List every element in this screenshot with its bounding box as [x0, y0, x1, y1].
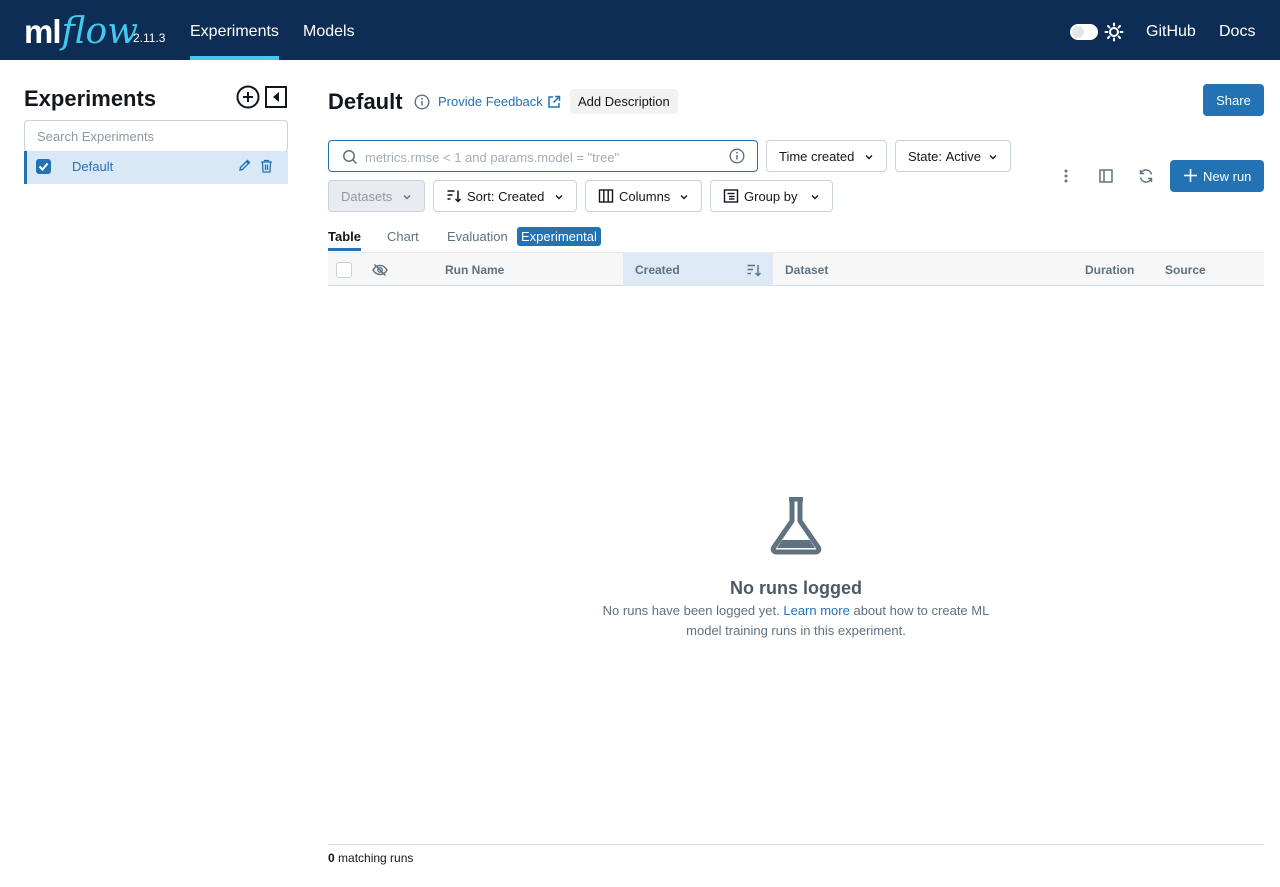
sidebar-title: Experiments [24, 86, 157, 111]
info-icon[interactable] [414, 94, 430, 110]
sort-label: Sort: Created [467, 188, 545, 204]
search-icon [343, 150, 358, 165]
datasets-dropdown[interactable]: Datasets [328, 180, 425, 212]
tab-table[interactable]: Table [328, 229, 361, 244]
empty-desc-before: No runs have been logged yet. [602, 603, 780, 618]
logo-ml: ml [24, 13, 62, 50]
page-title: Default [328, 89, 403, 114]
empty-state-title: No runs logged [730, 578, 862, 598]
column-header-created[interactable]: Created [635, 263, 680, 277]
matching-runs-count: 0 [328, 851, 335, 865]
nav-experiments[interactable]: Experiments [190, 0, 279, 60]
sort-descending-icon[interactable] [746, 262, 762, 278]
group-by-icon [723, 189, 739, 203]
state-label: State: [908, 148, 942, 164]
columns-icon [598, 189, 614, 203]
search-experiments-input[interactable] [24, 120, 288, 152]
add-experiment-icon[interactable] [236, 85, 260, 109]
edit-icon[interactable] [238, 158, 252, 172]
state-value: Active [945, 148, 981, 164]
column-header-run-name[interactable]: Run Name [445, 263, 504, 277]
eye-off-icon[interactable] [372, 262, 388, 278]
new-run-button[interactable]: New run [1170, 160, 1264, 192]
time-created-label: Time created [779, 148, 855, 164]
trash-icon[interactable] [260, 159, 273, 173]
nav-docs[interactable]: Docs [1219, 0, 1255, 60]
select-all-checkbox[interactable] [336, 262, 352, 278]
sort-dropdown[interactable]: Sort: Created [433, 180, 577, 212]
matching-runs-label: matching runs [338, 851, 414, 865]
chevron-down-icon [865, 155, 873, 160]
matching-runs-footer: 0 matching runs [328, 851, 413, 865]
datasets-label: Datasets [341, 188, 393, 204]
experiment-checkbox[interactable] [36, 159, 51, 174]
runs-search-input[interactable] [365, 147, 715, 167]
tab-chart[interactable]: Chart [387, 229, 419, 244]
share-button[interactable]: Share [1203, 84, 1264, 116]
more-options-icon[interactable] [1058, 168, 1074, 184]
empty-state-description: No runs have been logged yet. Learn more… [596, 601, 996, 641]
group-by-label: Group by [744, 188, 798, 204]
state-dropdown[interactable]: State: Active [895, 140, 1011, 172]
tab-active-underline [328, 248, 361, 251]
version-label: 2.11.3 [133, 31, 166, 45]
add-description-button[interactable]: Add Description [570, 89, 678, 114]
experiment-name[interactable]: Default [72, 159, 113, 174]
side-panel-icon[interactable] [1098, 168, 1114, 184]
runs-search-box[interactable] [328, 140, 758, 172]
sun-icon [1104, 22, 1124, 42]
columns-dropdown[interactable]: Columns [585, 180, 702, 212]
runs-table-header: Run Name Created Dataset Duration Source [328, 252, 1264, 286]
nav-github[interactable]: GitHub [1146, 0, 1196, 60]
nav-active-underline [190, 56, 279, 60]
chevron-down-icon [403, 195, 411, 200]
collapse-sidebar-icon[interactable] [265, 86, 287, 108]
provide-feedback-link[interactable]: Provide Feedback [438, 94, 543, 109]
beaker-icon [770, 497, 822, 555]
search-help-icon[interactable] [729, 148, 745, 164]
new-run-label: New run [1203, 169, 1252, 184]
chevron-down-icon [989, 155, 997, 160]
refresh-icon[interactable] [1138, 168, 1154, 184]
column-header-source[interactable]: Source [1165, 263, 1206, 277]
chevron-down-icon [811, 195, 819, 200]
group-by-dropdown[interactable]: Group by [710, 180, 833, 212]
column-header-duration[interactable]: Duration [1085, 263, 1134, 277]
theme-toggle[interactable] [1070, 24, 1098, 40]
sort-icon [447, 190, 462, 203]
external-link-icon[interactable] [547, 95, 561, 109]
learn-more-link[interactable]: Learn more [783, 603, 849, 618]
plus-icon [1184, 169, 1197, 182]
tab-evaluation[interactable]: Evaluation [447, 229, 508, 244]
top-navbar: ml flow 2.11.3 Experiments Models GitHub … [0, 0, 1280, 60]
footer-divider [328, 844, 1264, 845]
columns-label: Columns [619, 188, 671, 204]
mlflow-logo[interactable]: ml flow [24, 8, 138, 52]
nav-models[interactable]: Models [303, 0, 355, 60]
time-created-dropdown[interactable]: Time created [766, 140, 887, 172]
experiment-item-default[interactable]: Default [24, 151, 288, 184]
experimental-badge: Experimental [517, 227, 601, 246]
chevron-down-icon [680, 195, 688, 200]
logo-flow: flow [61, 11, 139, 52]
chevron-down-icon [555, 195, 563, 200]
column-header-dataset[interactable]: Dataset [785, 263, 828, 277]
